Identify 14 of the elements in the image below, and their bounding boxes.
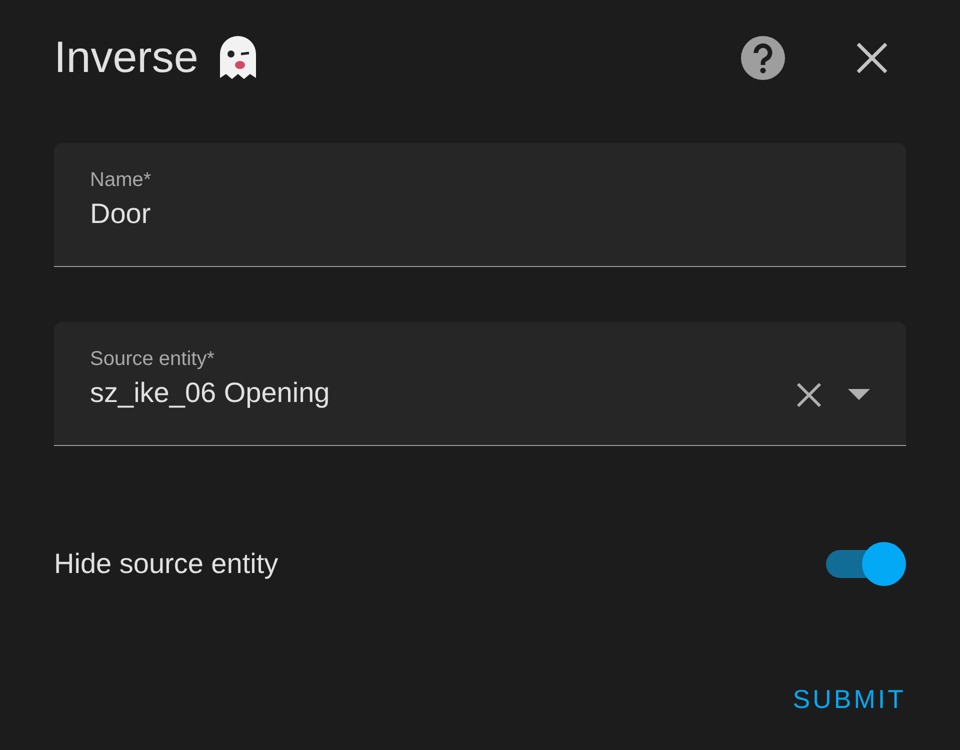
- close-icon[interactable]: [856, 42, 888, 74]
- field-label: Source entity*: [90, 348, 216, 371]
- field-value: Door: [90, 198, 151, 230]
- field-label: Name*: [90, 169, 152, 192]
- dropdown-caret-icon[interactable]: [848, 389, 870, 401]
- clear-icon[interactable]: [796, 382, 822, 408]
- submit-button[interactable]: SUBMIT: [792, 684, 906, 715]
- toggle-label: Hide source entity: [54, 548, 278, 580]
- select-field[interactable]: Source entity* sz_ike_06 Opening: [54, 322, 906, 446]
- help-icon[interactable]: [740, 35, 786, 81]
- dialog-title: Inverse: [54, 33, 198, 83]
- field-value: sz_ike_06 Opening: [90, 377, 330, 409]
- toggle-switch[interactable]: [826, 542, 906, 586]
- input-field[interactable]: Name* Door: [54, 143, 906, 267]
